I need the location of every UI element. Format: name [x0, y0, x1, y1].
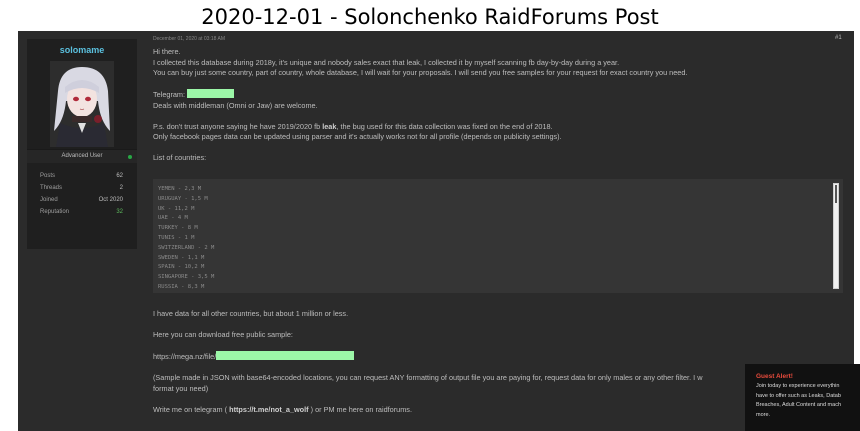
stat-value: 62	[116, 173, 123, 179]
text-line: Hi there.	[153, 47, 181, 56]
telegram-line: Telegram:	[153, 89, 843, 101]
mega-link[interactable]: https://mega.nz/file/	[153, 352, 216, 361]
scrollbar-thumb[interactable]	[835, 185, 837, 203]
text-line: more.	[756, 411, 771, 418]
country-line: UAE - 4 M	[158, 215, 188, 222]
image-caption: 2020-12-01 - Solonchenko RaidForums Post	[201, 5, 659, 29]
stat-value: Oct 2020	[98, 197, 123, 203]
text-line: Deals with middleman (Omni or Jaw) are w…	[153, 100, 318, 110]
redacted-telegram	[187, 89, 235, 98]
avatar-illustration	[50, 61, 114, 147]
rank-bar: Advanced User	[27, 149, 137, 163]
guest-alert-popup[interactable]: Guest Alert! Join today to experience ev…	[745, 364, 860, 431]
stat-value[interactable]: 32	[116, 209, 123, 215]
user-sidebar: solomame Advanced User Posts 62 Threads …	[27, 39, 137, 249]
text-line: have to offer such as Leaks, Datab	[756, 392, 841, 399]
ps-bold: leak	[322, 121, 337, 131]
telegram-link[interactable]: https://t.me/not_a_wolf	[229, 405, 308, 414]
post-date: December 01, 2020 at 03:18 AM	[153, 36, 225, 42]
forum-post: solomame Advanced User Posts 62 Threads …	[18, 31, 854, 431]
countries-heading: List of countries:	[153, 153, 207, 162]
telegram-label: Telegram:	[153, 90, 186, 99]
stat-joined: Joined Oct 2020	[27, 195, 137, 207]
country-line: SWITZERLAND - 2 M	[158, 244, 215, 251]
text-line: Only facebook pages data can be updated …	[153, 132, 562, 141]
ps-line: P.s. don't trust anyone saying he have 2…	[153, 122, 843, 133]
country-line: RUSSIA - 8,3 M	[158, 283, 205, 290]
text-line: format you need)	[153, 383, 209, 393]
user-stats: Posts 62 Threads 2 Joined Oct 2020 Reput…	[27, 171, 137, 219]
stat-label: Reputation	[40, 209, 70, 215]
stat-reputation: Reputation 32	[27, 207, 137, 219]
user-avatar[interactable]	[50, 61, 114, 147]
post-body: Hi there. I collected this database duri…	[153, 47, 843, 174]
code-scrollbar[interactable]	[833, 183, 839, 289]
ps-paragraph: P.s. don't trust anyone saying he have 2…	[153, 122, 843, 143]
stat-label: Threads	[40, 185, 63, 191]
country-line: TURKEY - 8 M	[158, 225, 198, 232]
ps-text: , the bug used for this data collection …	[336, 121, 553, 131]
guest-alert-title: Guest Alert!	[756, 373, 793, 380]
guest-alert-body: Join today to experience everythin have …	[756, 382, 860, 420]
text-line: (Sample made in JSON with base64-encoded…	[153, 373, 703, 382]
sample-note: (Sample made in JSON with base64-encoded…	[153, 373, 843, 394]
contact-text: ) or PM me here on raidforums.	[308, 404, 412, 414]
post-body-continued: I have data for all other countries, but…	[153, 309, 843, 415]
user-rank: Advanced User	[61, 153, 103, 159]
country-line: SWEDEN - 1,1 M	[158, 254, 205, 261]
country-line: TUNIS - 1 M	[158, 234, 195, 241]
text-line: Here you can download free public sample…	[153, 330, 293, 339]
text-line: I collected this database during 2018y, …	[153, 57, 620, 67]
post-number-link[interactable]: #1	[835, 35, 842, 41]
contact-line: Write me on telegram ( https://t.me/not_…	[153, 405, 843, 416]
country-line: SPAIN - 10,2 M	[158, 264, 205, 271]
countries-list: YEMEN - 2,3 M URUGUAY - 1,5 M UK - 11,2 M U…	[158, 185, 214, 293]
text-line: I have data for all other countries, but…	[153, 309, 349, 318]
contact-paragraph: Telegram: Deals with middleman (Omni or …	[153, 89, 843, 111]
stat-label: Posts	[40, 173, 56, 179]
stat-posts: Posts 62	[27, 171, 137, 183]
countries-code-box[interactable]: YEMEN - 2,3 M URUGUAY - 1,5 M UK - 11,2 M U…	[153, 179, 843, 293]
redacted-link	[216, 351, 355, 360]
stat-threads: Threads 2	[27, 183, 137, 195]
contact-text: Write me on telegram (	[153, 404, 230, 414]
country-line: URUGUAY - 1,5 M	[158, 195, 208, 202]
text-line: You can buy just some country, part of c…	[153, 68, 688, 77]
mega-link-line: https://mega.nz/file/	[153, 351, 843, 363]
country-line: YEMEN - 2,3 M	[158, 186, 202, 192]
ps-text: P.s. don't trust anyone saying he have 2…	[153, 121, 323, 131]
intro-paragraph: Hi there. I collected this database duri…	[153, 47, 843, 79]
online-status-indicator	[128, 155, 132, 159]
stat-label: Joined	[40, 197, 58, 203]
text-line: Breaches, Adult Content and mach	[756, 402, 841, 408]
username-link[interactable]: solomame	[27, 45, 137, 55]
country-line: SINGAPORE - 3,5 M	[158, 274, 215, 281]
text-line: Join today to experience everythin	[756, 383, 840, 389]
stat-value: 2	[119, 185, 123, 191]
country-line: UK - 11,2 M	[158, 205, 195, 212]
